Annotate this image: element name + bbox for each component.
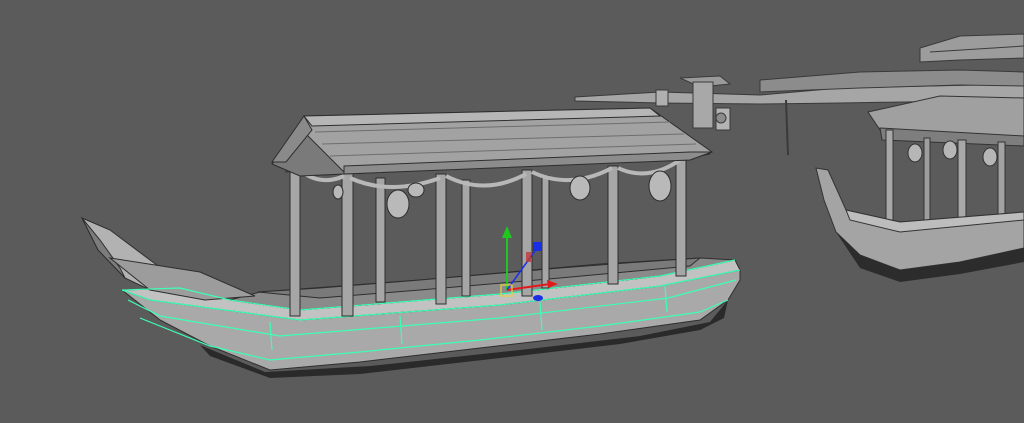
boat-main[interactable] [80, 107, 741, 378]
viewport-scene[interactable] [0, 0, 1024, 423]
boat-right[interactable] [815, 95, 1024, 282]
move-z-arrow-icon[interactable] [533, 242, 542, 251]
3d-viewport[interactable] [0, 0, 1024, 423]
